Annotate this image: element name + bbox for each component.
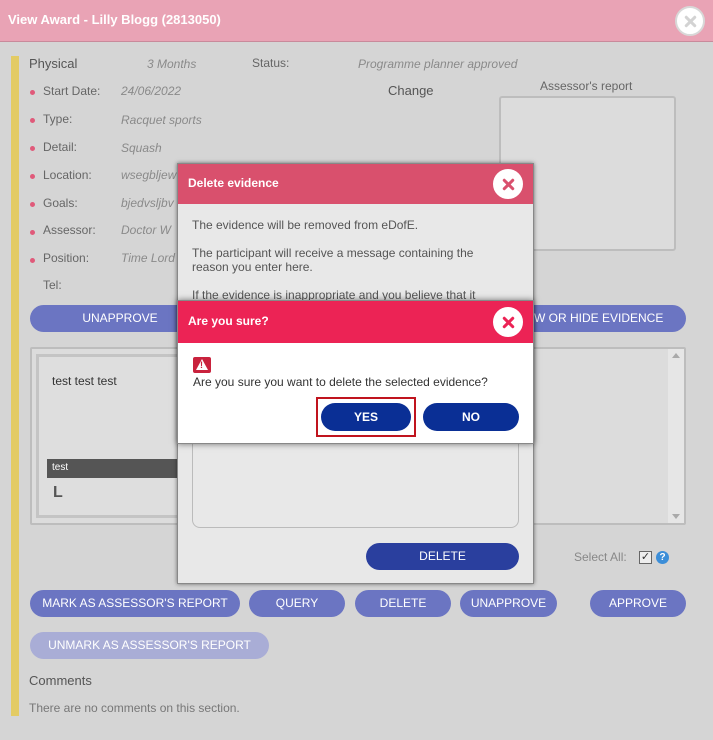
close-window-icon[interactable] — [675, 6, 705, 36]
delete-dialog-title: Delete evidence — [188, 176, 279, 190]
confirm-delete-button[interactable]: DELETE — [366, 543, 519, 570]
delete-reason-textarea[interactable] — [192, 434, 519, 528]
award-duration: 3 Months — [147, 57, 197, 71]
close-delete-dialog-icon[interactable] — [493, 169, 523, 199]
field-value: Time Lord — [121, 251, 175, 265]
confirm-dialog-message: Are you sure you want to delete the sele… — [193, 375, 488, 389]
scroll-down-icon[interactable] — [672, 514, 680, 519]
delete-evidence-button[interactable]: DELETE — [355, 590, 451, 617]
window-title: View Award - Lilly Blogg (2813050) — [8, 12, 221, 27]
status-label: Status: — [252, 56, 290, 70]
required-dot — [30, 258, 35, 263]
select-all-label: Select All: — [574, 550, 627, 564]
required-dot — [30, 174, 35, 179]
field-value: Doctor W — [121, 223, 172, 237]
required-dot — [30, 202, 35, 207]
field-label: Start Date: — [43, 84, 101, 98]
delete-dialog-line1: The evidence will be removed from eDofE. — [192, 218, 419, 232]
window-titlebar: View Award - Lilly Blogg (2813050) — [0, 0, 713, 42]
yes-button[interactable]: YES — [321, 403, 411, 431]
evidence-card-letter: L — [53, 484, 63, 501]
no-button[interactable]: NO — [423, 403, 519, 431]
required-dot — [30, 118, 35, 123]
field-value: 24/06/2022 — [121, 84, 182, 98]
comments-heading: Comments — [29, 673, 92, 688]
select-all-checkbox[interactable]: ✓ — [639, 551, 652, 564]
yes-button-highlight: YES — [316, 397, 416, 437]
evidence-card-text: test test test — [52, 374, 117, 388]
comments-empty-text: There are no comments on this section. — [29, 701, 240, 715]
evidence-card[interactable]: test test test test L — [36, 354, 189, 518]
field-label: Position: — [43, 251, 90, 265]
mark-assessor-report-button[interactable]: MARK AS ASSESSOR'S REPORT — [30, 590, 240, 617]
warning-icon — [193, 357, 211, 373]
field-label: Assessor: — [43, 223, 96, 237]
field-label: Tel: — [43, 278, 62, 292]
confirm-dialog-header: Are you sure? — [178, 301, 533, 343]
delete-dialog-header: Delete evidence — [178, 164, 533, 204]
query-button[interactable]: QUERY — [249, 590, 345, 617]
scroll-up-icon[interactable] — [672, 353, 680, 358]
field-value: bjedvsljbv — [121, 196, 174, 210]
required-dot — [30, 146, 35, 151]
field-value: wsegbljew — [121, 168, 177, 182]
required-dot — [30, 230, 35, 235]
field-value: Racquet sports — [121, 113, 202, 127]
evidence-card-caption: test — [47, 459, 189, 478]
field-value: Squash — [121, 141, 162, 155]
field-label: Type: — [43, 112, 73, 126]
field-label: Location: — [43, 168, 92, 182]
close-confirm-dialog-icon[interactable] — [493, 307, 523, 337]
help-icon[interactable]: ? — [656, 551, 669, 564]
assessor-report-label: Assessor's report — [540, 79, 633, 93]
approve-evidence-button[interactable]: APPROVE — [590, 590, 686, 617]
unapprove-evidence-button[interactable]: UNAPPROVE — [460, 590, 557, 617]
unmark-assessor-report-button[interactable]: UNMARK AS ASSESSOR'S REPORT — [30, 632, 269, 659]
status-value: Programme planner approved — [358, 57, 518, 71]
delete-dialog-line2: The participant will receive a message c… — [192, 246, 474, 274]
confirm-dialog-title: Are you sure? — [188, 314, 269, 328]
confirm-dialog: Are you sure? Are you sure you want to d… — [177, 300, 534, 444]
field-label: Detail: — [43, 140, 78, 154]
evidence-scrollbar[interactable] — [668, 349, 684, 523]
view-hide-evidence-button[interactable]: W OR HIDE EVIDENCE — [520, 305, 686, 332]
award-level: Physical — [29, 56, 78, 71]
section-accent-bar — [11, 56, 19, 716]
required-dot — [30, 90, 35, 95]
change-link[interactable]: Change — [388, 83, 434, 98]
field-label: Goals: — [43, 196, 78, 210]
